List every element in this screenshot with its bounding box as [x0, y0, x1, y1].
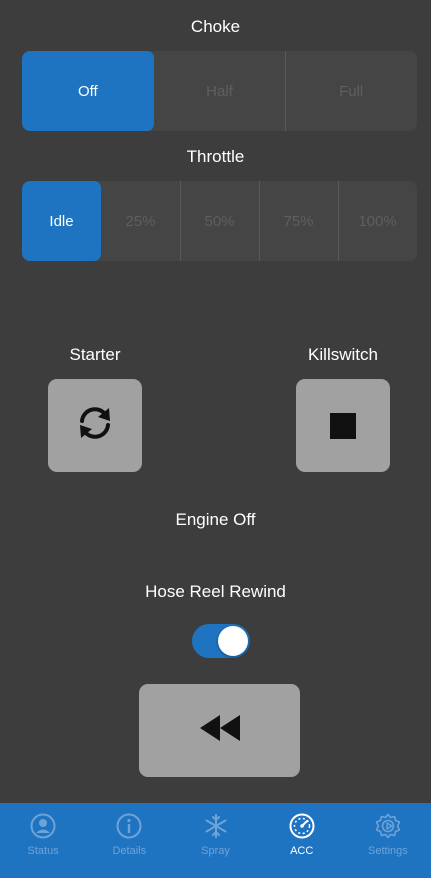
snowflake-icon — [203, 813, 229, 839]
starter-label: Starter — [69, 345, 121, 364]
tab-acc[interactable]: ACC — [259, 803, 345, 878]
rewind-icon — [199, 715, 241, 746]
killswitch-label: Killswitch — [308, 345, 378, 364]
killswitch-button[interactable] — [296, 379, 390, 472]
choke-option-full[interactable]: Full — [285, 51, 417, 131]
tab-label-details: Details — [112, 845, 147, 857]
tab-label-status: Status — [27, 845, 59, 857]
choke-option-half[interactable]: Half — [154, 51, 286, 131]
throttle-option-25[interactable]: 25% — [101, 181, 180, 261]
gauge-icon — [289, 813, 315, 839]
tab-bar: Status Details Spray ACC Settings — [0, 803, 431, 878]
starter-button[interactable] — [48, 379, 142, 472]
tab-details[interactable]: Details — [86, 803, 172, 878]
throttle-segmented-control: Idle 25% 50% 75% 100% — [22, 181, 417, 261]
throttle-option-idle[interactable]: Idle — [22, 181, 101, 261]
info-circle-icon — [116, 813, 142, 839]
tab-spray[interactable]: Spray — [172, 803, 258, 878]
gear-icon — [375, 813, 401, 839]
stop-icon — [330, 412, 356, 439]
throttle-option-50[interactable]: 50% — [180, 181, 259, 261]
choke-option-off[interactable]: Off — [22, 51, 154, 131]
engine-status-text: Engine Off — [175, 510, 256, 529]
hose-reel-title: Hose Reel Rewind — [145, 582, 286, 601]
choke-title: Choke — [190, 17, 241, 36]
hose-reel-toggle[interactable] — [192, 624, 250, 658]
tab-settings[interactable]: Settings — [345, 803, 431, 878]
tab-label-spray: Spray — [201, 845, 230, 857]
throttle-option-75[interactable]: 75% — [259, 181, 338, 261]
toggle-knob — [218, 626, 248, 656]
tab-label-acc: ACC — [290, 845, 314, 857]
throttle-option-100[interactable]: 100% — [338, 181, 417, 261]
tab-label-settings: Settings — [368, 845, 408, 857]
throttle-title: Throttle — [186, 147, 245, 166]
tab-status[interactable]: Status — [0, 803, 86, 878]
user-circle-icon — [30, 813, 56, 839]
choke-segmented-control: Off Half Full — [22, 51, 417, 131]
refresh-icon — [74, 402, 116, 449]
rewind-button[interactable] — [139, 684, 300, 777]
